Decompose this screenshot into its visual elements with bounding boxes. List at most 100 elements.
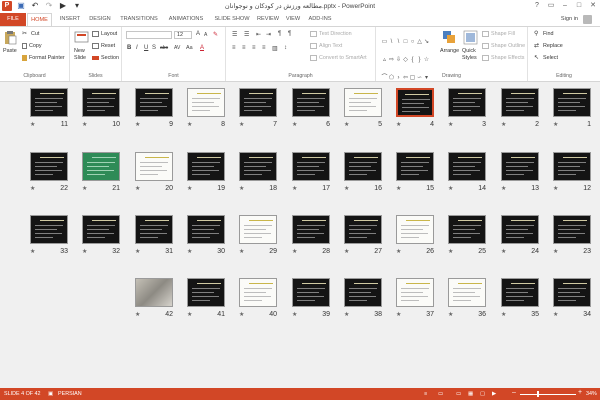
shapes-gallery[interactable]: ▭ \ \ □ ○ △ ↘ ▵ ⇨ ⇩ ◇{} ☆ ⌒⬠ › ⇦ ▢ ∽ ▾ xyxy=(381,30,437,81)
language-indicator[interactable]: PERSIAN xyxy=(58,391,82,397)
transition-star-icon[interactable]: ★ xyxy=(344,185,349,192)
font-size-select[interactable]: 12 xyxy=(174,31,192,39)
transition-star-icon[interactable]: ★ xyxy=(501,248,506,255)
transition-star-icon[interactable]: ★ xyxy=(82,248,87,255)
shrink-font-icon[interactable]: A xyxy=(204,32,207,38)
tab-file[interactable]: FILE xyxy=(0,13,26,26)
select-button[interactable]: ↖ Select xyxy=(534,55,558,61)
transition-star-icon[interactable]: ★ xyxy=(501,121,506,128)
shape-triangle-icon[interactable]: △ xyxy=(416,39,423,46)
zoom-level[interactable]: 34% xyxy=(586,391,597,397)
transition-star-icon[interactable]: ★ xyxy=(135,185,140,192)
char-spacing-button[interactable]: AV xyxy=(174,45,180,51)
slide-thumbnail[interactable] xyxy=(292,88,330,117)
slide-thumbnail[interactable] xyxy=(187,152,225,181)
transition-star-icon[interactable]: ★ xyxy=(344,248,349,255)
shape-outline-button[interactable]: Shape Outline xyxy=(482,43,525,49)
transition-star-icon[interactable]: ★ xyxy=(292,311,297,318)
slide-thumbnail[interactable] xyxy=(187,278,225,307)
slide-thumbnail[interactable] xyxy=(292,278,330,307)
slide-thumbnail[interactable] xyxy=(187,88,225,117)
format-painter-button[interactable]: Format Painter xyxy=(22,55,65,61)
shape-down-arrow-icon[interactable]: ⇩ xyxy=(395,57,402,64)
slide-thumbnail[interactable] xyxy=(553,215,591,244)
slide-thumbnail[interactable] xyxy=(396,278,434,307)
slide-thumbnail[interactable] xyxy=(396,88,434,117)
slide-thumbnail[interactable] xyxy=(30,88,68,117)
slide-thumbnail[interactable] xyxy=(553,152,591,181)
ltr-icon[interactable]: ¶ xyxy=(278,31,281,37)
zoom-out-button[interactable]: – xyxy=(512,389,516,396)
shape-oval-icon[interactable]: ○ xyxy=(409,39,416,46)
transition-star-icon[interactable]: ★ xyxy=(239,311,244,318)
transition-star-icon[interactable]: ★ xyxy=(396,311,401,318)
transition-star-icon[interactable]: ★ xyxy=(239,185,244,192)
ribbon-display-options-button[interactable]: ▭ xyxy=(544,0,558,12)
slide-thumbnail[interactable] xyxy=(553,278,591,307)
tab-slide-show[interactable]: SLIDE SHOW xyxy=(210,13,254,26)
zoom-in-button[interactable]: + xyxy=(578,389,582,396)
sign-in-link[interactable]: Sign in xyxy=(561,16,578,22)
shape-brace-icon[interactable]: } xyxy=(416,57,423,64)
increase-indent-icon[interactable]: ⇥ xyxy=(266,31,271,38)
transition-star-icon[interactable]: ★ xyxy=(448,248,453,255)
slide-thumbnail[interactable] xyxy=(396,215,434,244)
tab-transitions[interactable]: TRANSITIONS xyxy=(116,13,162,26)
tab-view[interactable]: VIEW xyxy=(282,13,304,26)
transition-star-icon[interactable]: ★ xyxy=(30,185,35,192)
bullets-icon[interactable]: ☰ xyxy=(232,31,237,38)
clear-format-icon[interactable]: ✎ xyxy=(213,31,218,38)
transition-star-icon[interactable]: ★ xyxy=(292,185,297,192)
slide-thumbnail[interactable] xyxy=(501,278,539,307)
transition-star-icon[interactable]: ★ xyxy=(344,121,349,128)
find-button[interactable]: ⚲ Find xyxy=(534,31,554,37)
transition-star-icon[interactable]: ★ xyxy=(187,248,192,255)
transition-star-icon[interactable]: ★ xyxy=(135,248,140,255)
shape-brace-icon[interactable]: { xyxy=(409,57,416,64)
transition-star-icon[interactable]: ★ xyxy=(396,248,401,255)
slide-thumbnail[interactable] xyxy=(82,215,120,244)
slide-thumbnail[interactable] xyxy=(344,152,382,181)
tab-add-ins[interactable]: ADD-INS xyxy=(304,13,336,26)
decrease-indent-icon[interactable]: ⇤ xyxy=(256,31,261,38)
justify-icon[interactable]: ≡ xyxy=(262,45,266,51)
transition-star-icon[interactable]: ★ xyxy=(553,248,558,255)
shape-diamond-icon[interactable]: ◇ xyxy=(402,57,409,64)
transition-star-icon[interactable]: ★ xyxy=(30,248,35,255)
slide-thumbnail[interactable] xyxy=(135,88,173,117)
transition-star-icon[interactable]: ★ xyxy=(135,121,140,128)
slide-thumbnail[interactable] xyxy=(239,152,277,181)
comments-icon[interactable]: ▭ xyxy=(438,391,443,397)
slide-thumbnail[interactable] xyxy=(82,152,120,181)
transition-star-icon[interactable]: ★ xyxy=(82,185,87,192)
change-case-button[interactable]: Aa xyxy=(186,45,193,51)
slide-thumbnail[interactable] xyxy=(30,215,68,244)
cut-button[interactable]: ✂ Cut xyxy=(22,31,39,37)
slide-thumbnail[interactable] xyxy=(135,278,173,307)
shape-line-icon[interactable]: \ xyxy=(395,39,402,46)
slide-thumbnail[interactable] xyxy=(501,152,539,181)
italic-button[interactable]: I xyxy=(136,45,138,51)
align-right-icon[interactable]: ≡ xyxy=(252,45,256,51)
shape-fill-button[interactable]: Shape Fill xyxy=(482,31,515,37)
paste-button[interactable]: Paste xyxy=(3,30,19,62)
convert-smartart-button[interactable]: Convert to SmartArt xyxy=(310,55,367,61)
transition-star-icon[interactable]: ★ xyxy=(292,121,297,128)
close-button[interactable]: ✕ xyxy=(586,0,600,12)
align-text-button[interactable]: Align Text xyxy=(310,43,342,49)
spellcheck-icon[interactable]: ▣ xyxy=(48,391,53,397)
shadow-button[interactable]: S xyxy=(152,45,156,51)
align-left-icon[interactable]: ≡ xyxy=(232,45,236,51)
slide-thumbnail[interactable] xyxy=(239,215,277,244)
slide-thumbnail[interactable] xyxy=(187,215,225,244)
user-icon[interactable] xyxy=(583,15,592,24)
new-slide-button[interactable]: New Slide xyxy=(73,30,90,64)
shape-rectangle-icon[interactable]: ▭ xyxy=(381,39,388,46)
shape-line-icon[interactable]: \ xyxy=(388,39,395,46)
text-direction-button[interactable]: Text Direction xyxy=(310,31,352,37)
reading-view-icon[interactable]: ▢ xyxy=(480,391,485,397)
transition-star-icon[interactable]: ★ xyxy=(553,311,558,318)
slide-thumbnail[interactable] xyxy=(344,278,382,307)
shape-arrow-icon[interactable]: ↘ xyxy=(423,39,430,46)
slide-thumbnail[interactable] xyxy=(30,152,68,181)
